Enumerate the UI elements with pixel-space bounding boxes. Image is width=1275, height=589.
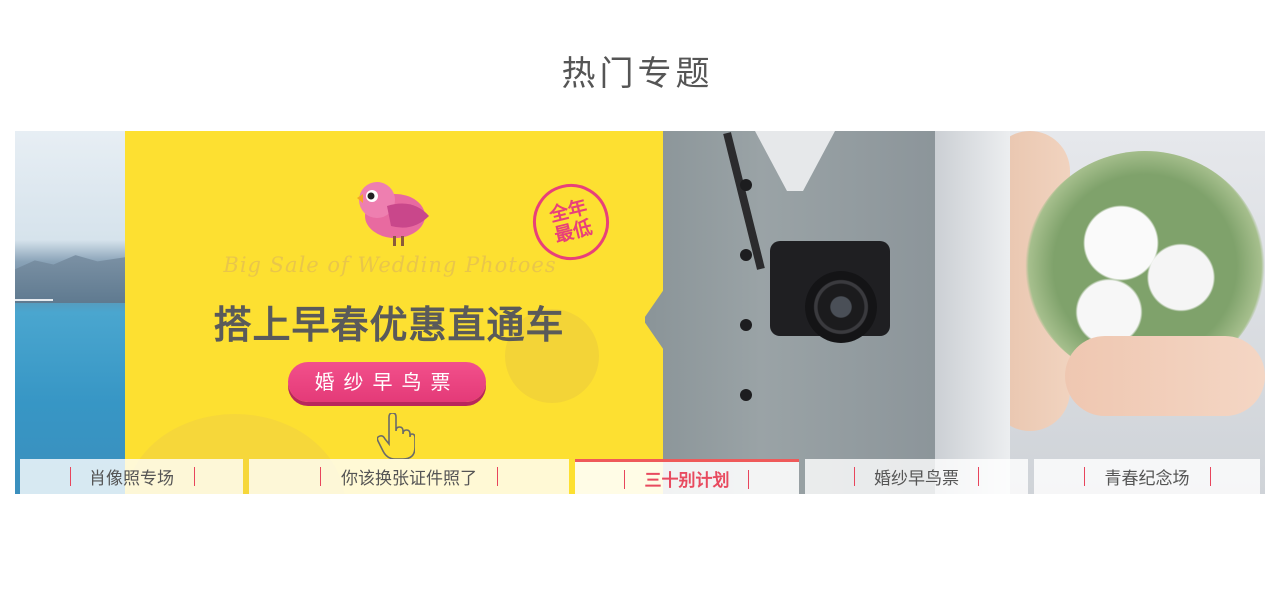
tab-thirty-plan[interactable]: 三十别计划 (575, 459, 799, 494)
script-subtitle: Big Sale of Wedding Photoes (223, 253, 557, 277)
promo-headline: 搭上早春优惠直通车 (213, 303, 565, 347)
topic-tab-bar: 肖像照专场 你该换张证件照了 三十别计划 婚纱早鸟票 青春纪念场 (20, 459, 1260, 494)
bird-icon (357, 182, 429, 246)
tab-youth-memory[interactable]: 青春纪念场 (1034, 459, 1260, 494)
slide-indicator (15, 299, 53, 301)
tab-portrait[interactable]: 肖像照专场 (20, 459, 243, 494)
pointer-hand-icon (377, 413, 415, 459)
early-bird-button[interactable]: 婚纱早鸟票 (288, 362, 486, 402)
tab-wedding-early-bird[interactable]: 婚纱早鸟票 (805, 459, 1028, 494)
couple-photo (643, 131, 1265, 494)
section-title: 热门专题 (561, 54, 714, 94)
tab-id-photo[interactable]: 你该换张证件照了 (249, 459, 569, 494)
promo-panel: 全年 最低 Big Sale of Wedding Photoes 搭上早春优惠… (125, 131, 655, 494)
topic-banner[interactable]: 全年 最低 Big Sale of Wedding Photoes 搭上早春优惠… (15, 131, 1265, 494)
lake-image-strip (15, 131, 125, 494)
